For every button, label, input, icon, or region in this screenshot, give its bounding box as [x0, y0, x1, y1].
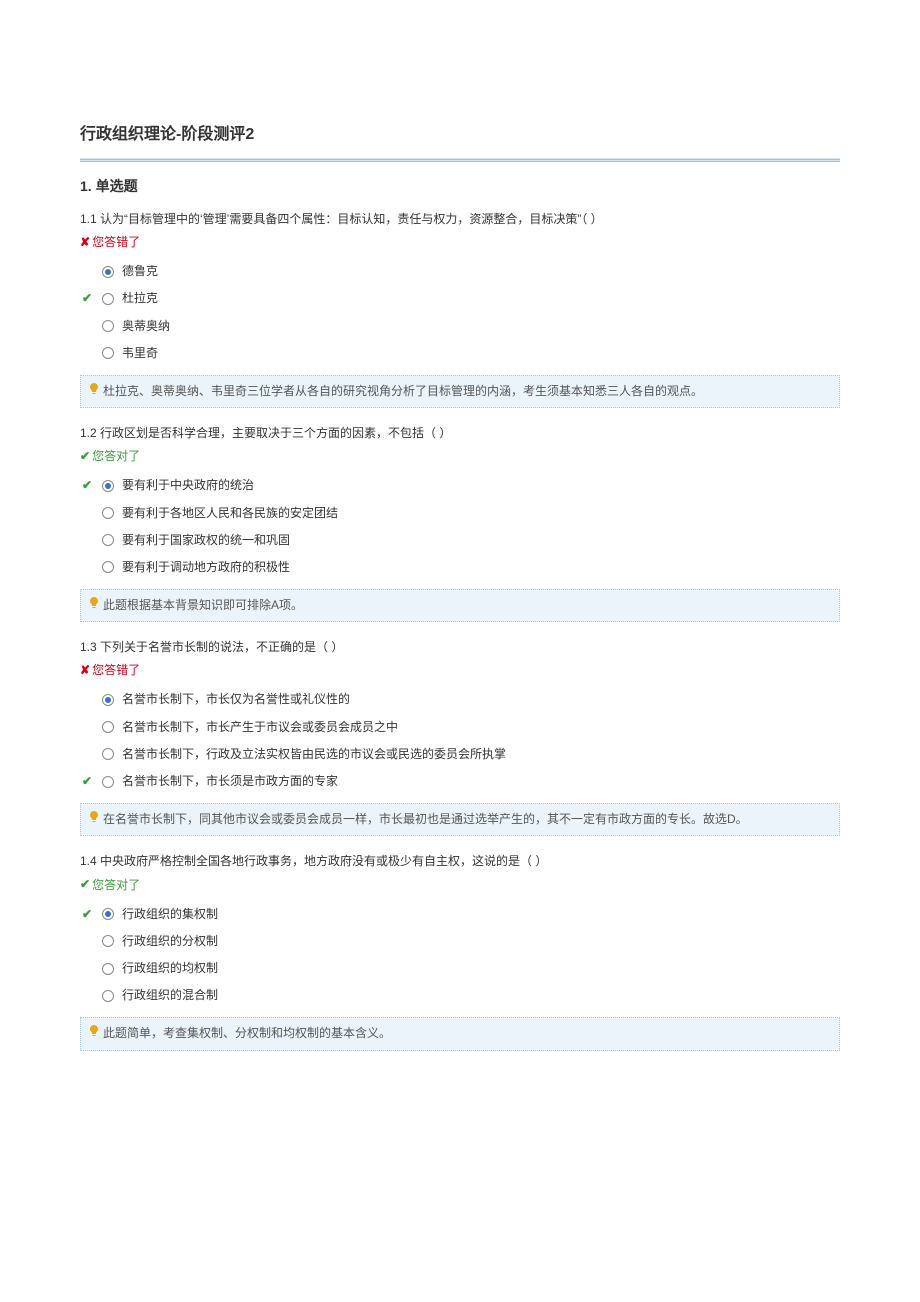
question-stem: 1.1 认为“目标管理中的‘管理’需要具备四个属性：目标认知，责任与权力，资源整…: [80, 210, 840, 229]
option-text: 名誉市长制下，行政及立法实权皆由民选的市议会或民选的委员会所执掌: [122, 745, 506, 764]
radio-icon[interactable]: [102, 721, 114, 733]
lightbulb-icon: [89, 810, 99, 829]
options-list: ✔ 行政组织的集权制行政组织的分权制行政组织的均权制行政组织的混合制: [80, 901, 840, 1010]
option-row[interactable]: ✔ 杜拉克: [80, 285, 840, 312]
question-stem: 1.4 中央政府严格控制全国各地行政事务，地方政府没有或极少有自主权，这说的是（…: [80, 852, 840, 871]
page-title: 行政组织理论-阶段测评2: [80, 120, 840, 144]
feedback-wrong: ✘您答错了: [80, 661, 840, 678]
lightbulb-icon: [89, 596, 99, 615]
hint-text: 此题简单，考查集权制、分权制和均权制的基本含义。: [103, 1024, 391, 1043]
question-stem: 1.2 行政区划是否科学合理，主要取决于三个方面的因素，不包括（ ）: [80, 424, 840, 443]
section-title: 1. 单选题: [80, 176, 840, 196]
option-row[interactable]: 行政组织的分权制: [80, 928, 840, 955]
radio-icon[interactable]: [102, 534, 114, 546]
correct-mark-icon: ✔: [80, 476, 94, 495]
option-text: 杜拉克: [122, 289, 158, 308]
option-row[interactable]: 名誉市长制下，市长产生于市议会或委员会成员之中: [80, 714, 840, 741]
option-text: 要有利于各地区人民和各民族的安定团结: [122, 504, 338, 523]
option-row[interactable]: 名誉市长制下，行政及立法实权皆由民选的市议会或民选的委员会所执掌: [80, 741, 840, 768]
cross-icon: ✘: [80, 235, 90, 249]
hint-box: 杜拉克、奥蒂奥纳、韦里奇三位学者从各自的研究视角分析了目标管理的内涵，考生须基本…: [80, 375, 840, 408]
question-block: 1.3 下列关于名誉市长制的说法，不正确的是（ ） ✘您答错了名誉市长制下，市长仅…: [80, 638, 840, 836]
radio-icon[interactable]: [102, 480, 114, 492]
radio-icon[interactable]: [102, 776, 114, 788]
hint-text: 杜拉克、奥蒂奥纳、韦里奇三位学者从各自的研究视角分析了目标管理的内涵，考生须基本…: [103, 382, 703, 401]
option-row[interactable]: ✔ 名誉市长制下，市长须是市政方面的专家: [80, 768, 840, 795]
radio-icon[interactable]: [102, 694, 114, 706]
feedback-text: 您答错了: [92, 661, 140, 678]
option-text: 名誉市长制下，市长须是市政方面的专家: [122, 772, 338, 791]
correct-mark-icon: ✔: [80, 289, 94, 308]
option-text: 行政组织的混合制: [122, 986, 218, 1005]
radio-icon[interactable]: [102, 320, 114, 332]
check-icon: ✔: [80, 877, 90, 891]
hint-text: 在名誉市长制下，同其他市议会或委员会成员一样，市长最初也是通过选举产生的，其不一…: [103, 810, 748, 829]
radio-icon[interactable]: [102, 561, 114, 573]
option-text: 名誉市长制下，市长仅为名誉性或礼仪性的: [122, 690, 350, 709]
option-text: 行政组织的均权制: [122, 959, 218, 978]
option-text: 名誉市长制下，市长产生于市议会或委员会成员之中: [122, 718, 398, 737]
correct-mark-icon: ✔: [80, 905, 94, 924]
lightbulb-icon: [89, 1024, 99, 1043]
question-block: 1.2 行政区划是否科学合理，主要取决于三个方面的因素，不包括（ ）✔您答对了✔…: [80, 424, 840, 622]
radio-icon[interactable]: [102, 990, 114, 1002]
option-row[interactable]: 行政组织的混合制: [80, 982, 840, 1009]
radio-icon[interactable]: [102, 935, 114, 947]
options-list: 德鲁克 ✔ 杜拉克奥蒂奥纳韦里奇: [80, 258, 840, 367]
option-row[interactable]: 德鲁克: [80, 258, 840, 285]
options-list: 名誉市长制下，市长仅为名誉性或礼仪性的名誉市长制下，市长产生于市议会或委员会成员…: [80, 686, 840, 795]
feedback-right: ✔您答对了: [80, 876, 840, 893]
option-text: 韦里奇: [122, 344, 158, 363]
option-text: 行政组织的分权制: [122, 932, 218, 951]
feedback-text: 您答对了: [92, 447, 140, 464]
lightbulb-icon: [89, 382, 99, 401]
radio-icon[interactable]: [102, 908, 114, 920]
check-icon: ✔: [80, 449, 90, 463]
option-row[interactable]: 韦里奇: [80, 340, 840, 367]
title-divider: [80, 158, 840, 162]
option-text: 奥蒂奥纳: [122, 317, 170, 336]
question-stem: 1.3 下列关于名誉市长制的说法，不正确的是（ ）: [80, 638, 840, 657]
feedback-text: 您答对了: [92, 876, 140, 893]
option-text: 行政组织的集权制: [122, 905, 218, 924]
option-text: 要有利于国家政权的统一和巩固: [122, 531, 290, 550]
radio-icon[interactable]: [102, 507, 114, 519]
feedback-right: ✔您答对了: [80, 447, 840, 464]
option-text: 要有利于调动地方政府的积极性: [122, 558, 290, 577]
correct-mark-icon: ✔: [80, 772, 94, 791]
radio-icon[interactable]: [102, 266, 114, 278]
options-list: ✔ 要有利于中央政府的统治要有利于各地区人民和各民族的安定团结要有利于国家政权的统…: [80, 472, 840, 581]
option-row[interactable]: ✔ 行政组织的集权制: [80, 901, 840, 928]
feedback-wrong: ✘您答错了: [80, 233, 840, 250]
feedback-text: 您答错了: [92, 233, 140, 250]
option-row[interactable]: 要有利于各地区人民和各民族的安定团结: [80, 500, 840, 527]
radio-icon[interactable]: [102, 963, 114, 975]
option-row[interactable]: 行政组织的均权制: [80, 955, 840, 982]
hint-box: 在名誉市长制下，同其他市议会或委员会成员一样，市长最初也是通过选举产生的，其不一…: [80, 803, 840, 836]
option-row[interactable]: ✔ 要有利于中央政府的统治: [80, 472, 840, 499]
option-text: 要有利于中央政府的统治: [122, 476, 254, 495]
option-row[interactable]: 名誉市长制下，市长仅为名誉性或礼仪性的: [80, 686, 840, 713]
option-row[interactable]: 要有利于国家政权的统一和巩固: [80, 527, 840, 554]
radio-icon[interactable]: [102, 347, 114, 359]
question-block: 1.1 认为“目标管理中的‘管理’需要具备四个属性：目标认知，责任与权力，资源整…: [80, 210, 840, 408]
hint-box: 此题简单，考查集权制、分权制和均权制的基本含义。: [80, 1017, 840, 1050]
hint-box: 此题根据基本背景知识即可排除A项。: [80, 589, 840, 622]
radio-icon[interactable]: [102, 748, 114, 760]
hint-text: 此题根据基本背景知识即可排除A项。: [103, 596, 303, 615]
option-row[interactable]: 奥蒂奥纳: [80, 313, 840, 340]
option-row[interactable]: 要有利于调动地方政府的积极性: [80, 554, 840, 581]
option-text: 德鲁克: [122, 262, 158, 281]
radio-icon[interactable]: [102, 293, 114, 305]
cross-icon: ✘: [80, 663, 90, 677]
question-block: 1.4 中央政府严格控制全国各地行政事务，地方政府没有或极少有自主权，这说的是（…: [80, 852, 840, 1050]
